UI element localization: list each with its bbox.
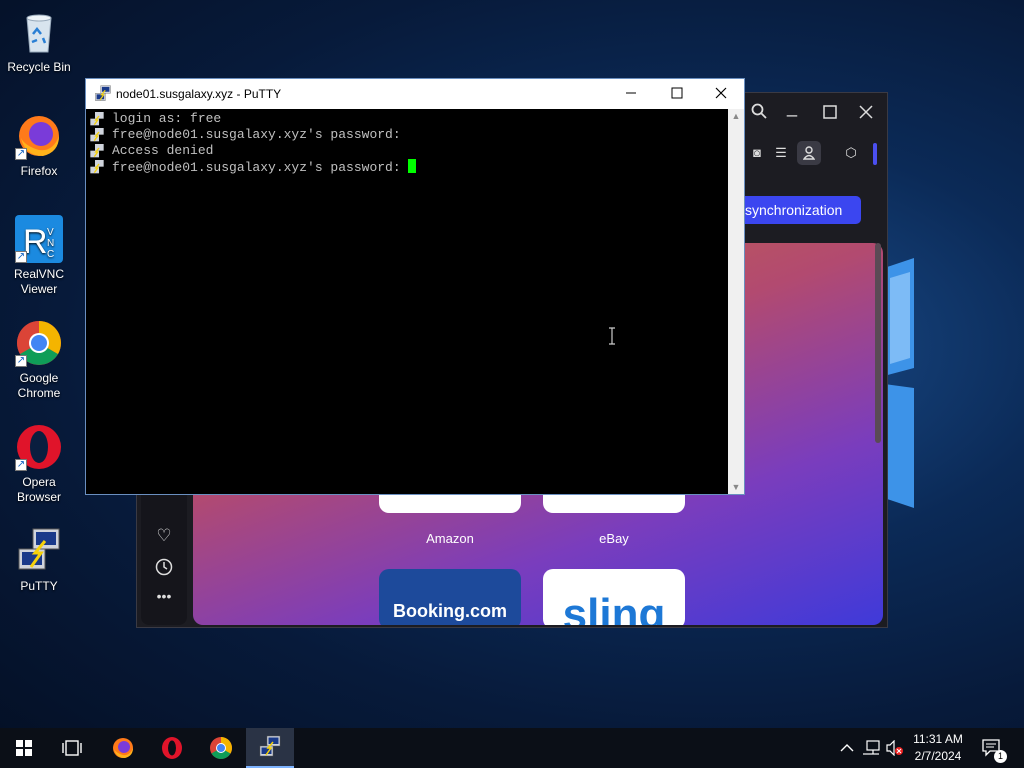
maximize-icon[interactable] xyxy=(823,103,837,124)
desktop-icon-recycle-bin[interactable]: Recycle Bin xyxy=(4,8,74,75)
shortcut-arrow-icon: ↗ xyxy=(15,251,27,263)
terminal-line-icon xyxy=(89,112,105,126)
opera-titlebar: _ xyxy=(737,93,887,133)
extensions-cube-icon[interactable]: ⬡ xyxy=(839,141,863,165)
svg-text:C: C xyxy=(47,249,54,260)
scroll-down-icon[interactable]: ▼ xyxy=(728,482,744,492)
sync-button[interactable]: synchronization xyxy=(733,196,861,224)
putty-taskbar[interactable] xyxy=(246,728,294,768)
firefox-icon xyxy=(113,738,133,758)
clock-date: 2/7/2024 xyxy=(914,749,962,763)
terminal-line-icon xyxy=(89,128,105,142)
svg-text:V: V xyxy=(47,227,54,238)
desktop-icon-putty[interactable]: PuTTY xyxy=(4,527,74,594)
search-icon[interactable] xyxy=(751,103,767,124)
terminal-line-icon xyxy=(89,144,105,158)
desktop-icon-label: Google Chrome xyxy=(17,371,61,400)
desktop-icon-chrome[interactable]: ↗ Google Chrome xyxy=(4,319,74,401)
putty-title: node01.susgalaxy.xyz - PuTTY xyxy=(116,87,282,101)
heart-icon[interactable]: ♡ xyxy=(152,526,176,546)
firefox-taskbar[interactable] xyxy=(99,728,147,768)
svg-text:N: N xyxy=(47,238,54,249)
opera-toolbar: ◙ ☰ ⬡ xyxy=(737,137,887,171)
history-clock-icon[interactable] xyxy=(152,558,176,581)
terminal-line: free@node01.susgalaxy.xyz's password: xyxy=(112,127,401,142)
close-icon[interactable] xyxy=(859,103,873,124)
putty-icon xyxy=(94,85,112,103)
putty-icon xyxy=(259,735,281,757)
opera-icon: ↗ xyxy=(15,423,63,471)
scroll-up-icon[interactable]: ▲ xyxy=(728,111,744,121)
chrome-icon: ↗ xyxy=(15,319,63,367)
windows-logo-light xyxy=(884,258,914,508)
settings-sliders-icon[interactable]: ☰ xyxy=(769,141,793,165)
putty-window[interactable]: node01.susgalaxy.xyz - PuTTY login as: f… xyxy=(85,78,745,495)
task-view-button[interactable] xyxy=(48,728,96,768)
desktop-icon-firefox[interactable]: ↗ Firefox xyxy=(4,112,74,179)
notification-badge: 1 xyxy=(994,750,1007,763)
putty-icon xyxy=(15,527,63,575)
clock-time: 11:31 AM xyxy=(913,732,963,746)
close-button[interactable] xyxy=(698,79,744,109)
terminal-cursor xyxy=(408,159,417,173)
speed-dial-tile-sling[interactable]: sling xyxy=(543,569,685,625)
sidebar-indicator xyxy=(873,143,877,165)
desktop-icon-label: RealVNC Viewer xyxy=(13,267,64,296)
terminal-line-icon xyxy=(89,160,105,174)
desktop-icon-label: Firefox xyxy=(20,164,58,178)
maximize-button[interactable] xyxy=(654,79,700,109)
minimize-icon[interactable]: _ xyxy=(787,97,797,118)
terminal-line: login as: free xyxy=(112,111,222,126)
speed-dial-tile-booking[interactable]: Booking.com xyxy=(379,569,521,625)
recycle-bin-icon xyxy=(15,8,63,56)
minimize-button[interactable] xyxy=(608,79,654,109)
opera-sidebar: ♡ ••• xyxy=(141,488,187,625)
chrome-taskbar[interactable] xyxy=(197,728,245,768)
firefox-icon: ↗ xyxy=(15,112,63,160)
start-button[interactable] xyxy=(0,728,48,768)
terminal[interactable]: login as: free free@node01.susgalaxy.xyz… xyxy=(86,109,728,494)
chrome-icon xyxy=(210,737,232,759)
taskbar: 11:31 AM 2/7/2024 1 xyxy=(0,728,1024,768)
speed-dial-label: Amazon xyxy=(426,531,474,546)
opera-icon xyxy=(162,737,182,759)
system-clock[interactable]: 11:31 AM 2/7/2024 xyxy=(906,731,970,765)
desktop-icon-opera[interactable]: ↗ Opera Browser xyxy=(4,423,74,505)
terminal-scrollbar[interactable]: ▲ ▼ xyxy=(728,109,744,494)
terminal-line: Access denied xyxy=(112,143,214,158)
realvnc-icon: R V N C ↗ xyxy=(15,215,63,263)
desktop-icon-label: Opera Browser xyxy=(16,475,61,504)
shortcut-arrow-icon: ↗ xyxy=(15,148,27,160)
terminal-line: free@node01.susgalaxy.xyz's password: xyxy=(112,160,409,175)
profile-icon[interactable] xyxy=(797,141,821,165)
text-cursor-icon xyxy=(609,327,615,345)
desktop-icon-label: PuTTY xyxy=(20,579,58,593)
desktop-icon-realvnc[interactable]: R V N C ↗ RealVNC Viewer xyxy=(4,215,74,297)
more-icon[interactable]: ••• xyxy=(152,588,176,604)
speed-dial-label: eBay xyxy=(599,531,629,546)
camera-icon[interactable]: ◙ xyxy=(745,141,769,165)
opera-scrollbar[interactable] xyxy=(875,243,881,443)
shortcut-arrow-icon: ↗ xyxy=(15,355,27,367)
putty-titlebar[interactable]: node01.susgalaxy.xyz - PuTTY xyxy=(86,79,744,109)
desktop-icon-label: Recycle Bin xyxy=(7,60,71,74)
shortcut-arrow-icon: ↗ xyxy=(15,459,27,471)
opera-taskbar[interactable] xyxy=(148,728,196,768)
